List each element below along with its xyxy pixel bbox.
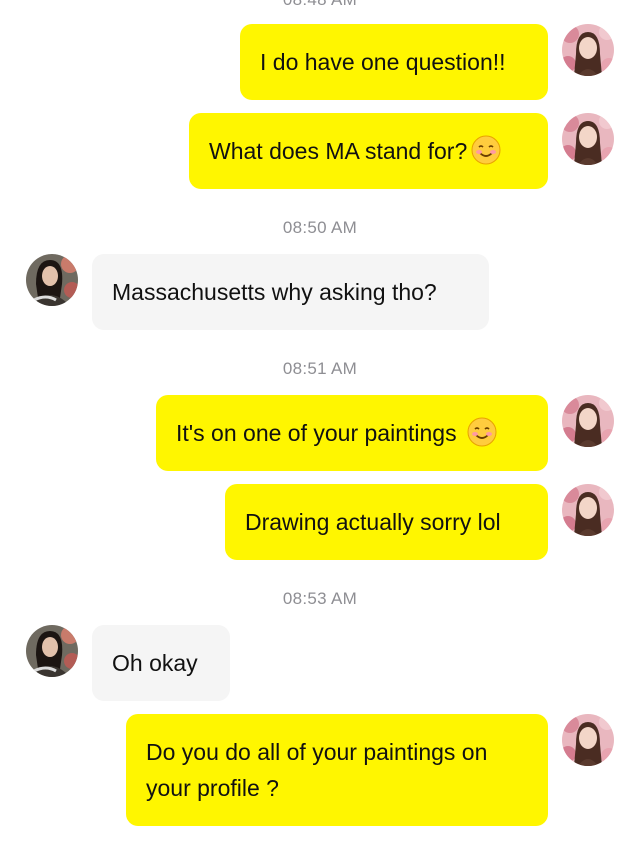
message-text: Massachusetts why asking tho?	[112, 279, 437, 305]
avatar-outgoing[interactable]	[562, 484, 614, 536]
smiling-face-emoji-icon	[467, 417, 497, 447]
message-text: Oh okay	[112, 650, 198, 676]
avatar-outgoing[interactable]	[562, 395, 614, 447]
message-text-line: your profile ?	[146, 775, 279, 801]
timestamp-top: 08:48 AM	[0, 0, 640, 10]
avatar-incoming[interactable]	[26, 625, 78, 677]
avatar-woman-flowers-icon	[562, 395, 614, 447]
avatar-woman-dark-icon	[26, 254, 78, 306]
message-bubble-outgoing[interactable]: It's on one of your paintings	[156, 395, 548, 471]
message-bubble-outgoing[interactable]: Do you do all of your paintings on your …	[126, 714, 548, 826]
message-bubble-incoming[interactable]: Massachusetts why asking tho?	[92, 254, 489, 330]
message-text-line: Do you do all of your paintings on	[146, 739, 488, 765]
message-text: Drawing actually sorry lol	[245, 509, 501, 535]
avatar-woman-flowers-icon	[562, 113, 614, 165]
avatar-outgoing[interactable]	[562, 24, 614, 76]
avatar-outgoing[interactable]	[562, 714, 614, 766]
message-bubble-outgoing[interactable]: I do have one question!!	[240, 24, 548, 100]
message-text: It's on one of your paintings	[176, 420, 457, 446]
message-bubble-incoming[interactable]: Oh okay	[92, 625, 230, 701]
avatar-outgoing[interactable]	[562, 113, 614, 165]
avatar-woman-flowers-icon	[562, 714, 614, 766]
smiling-face-emoji-icon	[471, 135, 501, 165]
message-bubble-outgoing[interactable]: What does MA stand for?	[189, 113, 548, 189]
avatar-woman-flowers-icon	[562, 484, 614, 536]
avatar-woman-flowers-icon	[562, 24, 614, 76]
message-text: What does MA stand for?	[209, 138, 468, 164]
avatar-incoming[interactable]	[26, 254, 78, 306]
timestamp: 08:51 AM	[282, 359, 358, 378]
avatar-woman-dark-icon	[26, 625, 78, 677]
message-text: I do have one question!!	[260, 49, 506, 75]
message-bubble-outgoing[interactable]: Drawing actually sorry lol	[225, 484, 548, 560]
timestamp: 08:53 AM	[282, 589, 358, 608]
timestamp: 08:50 AM	[282, 218, 358, 237]
